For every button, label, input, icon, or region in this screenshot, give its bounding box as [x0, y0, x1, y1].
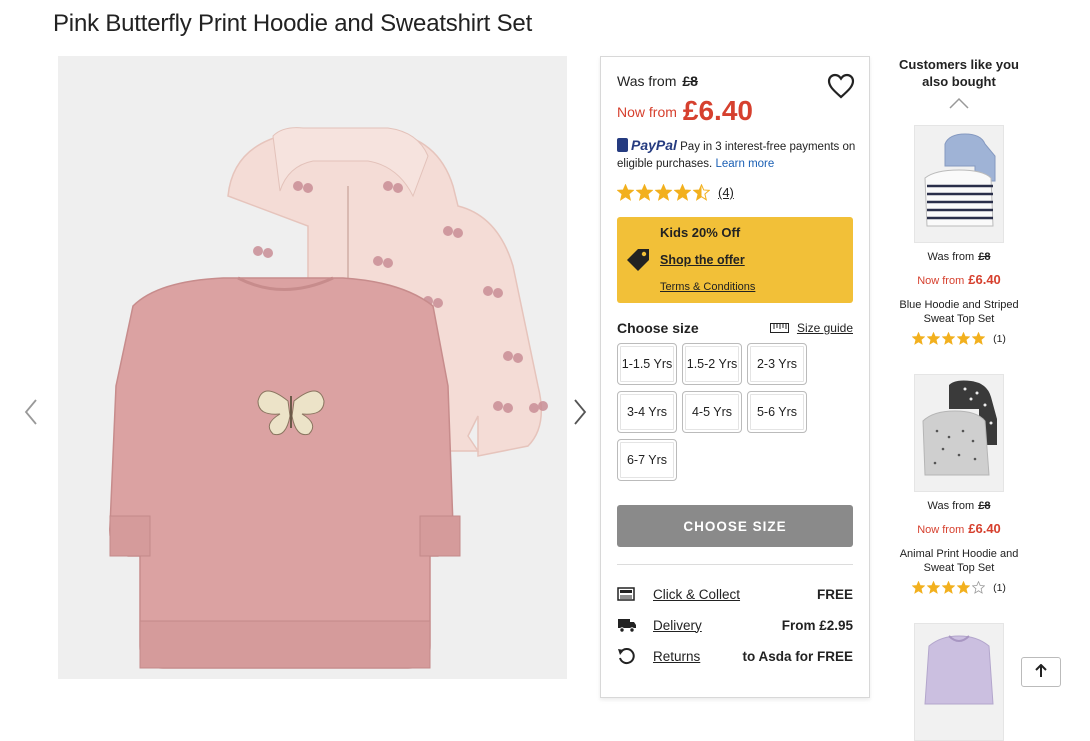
- star-rating-icon: [912, 332, 987, 345]
- product-rating: (4): [617, 184, 734, 201]
- recommendation-name[interactable]: Animal Print Hoodie and Sweat Top Set: [895, 547, 1023, 575]
- store-icon: [617, 585, 637, 603]
- was-price: £8: [682, 73, 698, 89]
- now-label: Now from: [617, 104, 677, 120]
- ruler-icon: [769, 323, 789, 333]
- truck-icon: [617, 616, 637, 634]
- size-guide-link[interactable]: Size guide: [769, 321, 853, 335]
- recommendation-card[interactable]: Was from £8 Now from £6.40 Blue Hoodie and…: [895, 125, 1023, 345]
- returns-row: Returns to Asda for FREE: [617, 645, 853, 667]
- size-option[interactable]: 2-3 Yrs: [747, 343, 807, 385]
- choose-size-button[interactable]: CHOOSE SIZE: [617, 505, 853, 547]
- recommendation-thumbnail[interactable]: [914, 623, 1004, 741]
- shop-offer-link[interactable]: Shop the offer: [660, 253, 745, 267]
- product-image[interactable]: [58, 56, 567, 679]
- price-tag-icon: [625, 246, 651, 277]
- recommendation-now-price: Now from £6.40: [917, 521, 1001, 536]
- star-rating-icon: [617, 184, 712, 201]
- chevron-up-icon[interactable]: [949, 96, 969, 114]
- recommendations-heading: Customers like you also bought: [899, 57, 1019, 89]
- recommendation-thumbnail[interactable]: [914, 125, 1004, 243]
- returns-icon: [617, 647, 637, 665]
- offer-banner: Kids 20% Off Shop the offer Terms & Cond…: [617, 217, 853, 303]
- wishlist-heart-icon[interactable]: [827, 73, 855, 99]
- recommendation-card[interactable]: Was from £8 Now from £6.40 Animal Print Ho…: [895, 374, 1023, 594]
- delivery-row: Delivery From £2.95: [617, 614, 853, 636]
- size-options: 1-1.5 Yrs 1.5-2 Yrs 2-3 Yrs 3-4 Yrs 4-5 …: [617, 343, 817, 481]
- was-price-row: Was from £8: [617, 73, 698, 89]
- arrow-up-icon: [1035, 664, 1047, 677]
- size-option[interactable]: 5-6 Yrs: [747, 391, 807, 433]
- recommendation-rating: (1): [895, 581, 1023, 594]
- delivery-link[interactable]: Delivery: [653, 618, 782, 633]
- gallery-next-arrow[interactable]: [573, 398, 587, 426]
- recommendation-rating: (1): [895, 332, 1023, 345]
- recommendations-panel: Customers like you also bought Was from £…: [895, 56, 1023, 741]
- paypal-learn-more-link[interactable]: Learn more: [715, 158, 774, 170]
- recommendation-thumbnail[interactable]: [914, 374, 1004, 492]
- size-option[interactable]: 3-4 Yrs: [617, 391, 677, 433]
- paypal-message: PayPal Pay in 3 interest-free payments o…: [617, 137, 861, 173]
- delivery-value: From £2.95: [781, 617, 853, 633]
- size-option[interactable]: 4-5 Yrs: [682, 391, 742, 433]
- click-collect-row: Click & Collect FREE: [617, 583, 853, 605]
- recommendation-was-price: Was from £8: [927, 251, 991, 263]
- recommendation-name[interactable]: Blue Hoodie and Striped Sweat Top Set: [895, 298, 1023, 326]
- click-collect-link[interactable]: Click & Collect: [653, 587, 817, 602]
- buy-box: Was from £8 Now from £6.40 PayPal Pay in 3…: [600, 56, 870, 698]
- star-rating-icon: [912, 581, 987, 594]
- recommendation-now-price: Now from £6.40: [917, 272, 1001, 287]
- returns-value: to Asda for FREE: [742, 648, 853, 664]
- offer-title: Kids 20% Off: [660, 225, 741, 240]
- size-guide-label: Size guide: [796, 321, 853, 335]
- size-option[interactable]: 1.5-2 Yrs: [682, 343, 742, 385]
- back-to-top-button[interactable]: [1021, 657, 1061, 687]
- gallery-prev-arrow[interactable]: [24, 398, 38, 426]
- sweatshirt-illustration: [109, 276, 461, 669]
- returns-link[interactable]: Returns: [653, 649, 742, 664]
- click-collect-value: FREE: [816, 586, 853, 602]
- recommendation-card[interactable]: [895, 623, 1023, 741]
- recommendation-was-price: Was from £8: [927, 500, 991, 512]
- page-title: Pink Butterfly Print Hoodie and Sweatshi…: [53, 10, 533, 37]
- review-count-link[interactable]: (4): [718, 185, 734, 200]
- now-price: £6.40: [682, 95, 753, 126]
- now-price-row: Now from £6.40: [617, 95, 753, 127]
- paypal-logo-icon: PayPal: [617, 137, 677, 153]
- offer-terms-link[interactable]: Terms & Conditions: [660, 281, 755, 293]
- size-option[interactable]: 1-1.5 Yrs: [617, 343, 677, 385]
- divider: [617, 564, 853, 565]
- was-label: Was from: [617, 73, 677, 89]
- size-option[interactable]: 6-7 Yrs: [617, 439, 677, 481]
- choose-size-label: Choose size: [617, 320, 699, 336]
